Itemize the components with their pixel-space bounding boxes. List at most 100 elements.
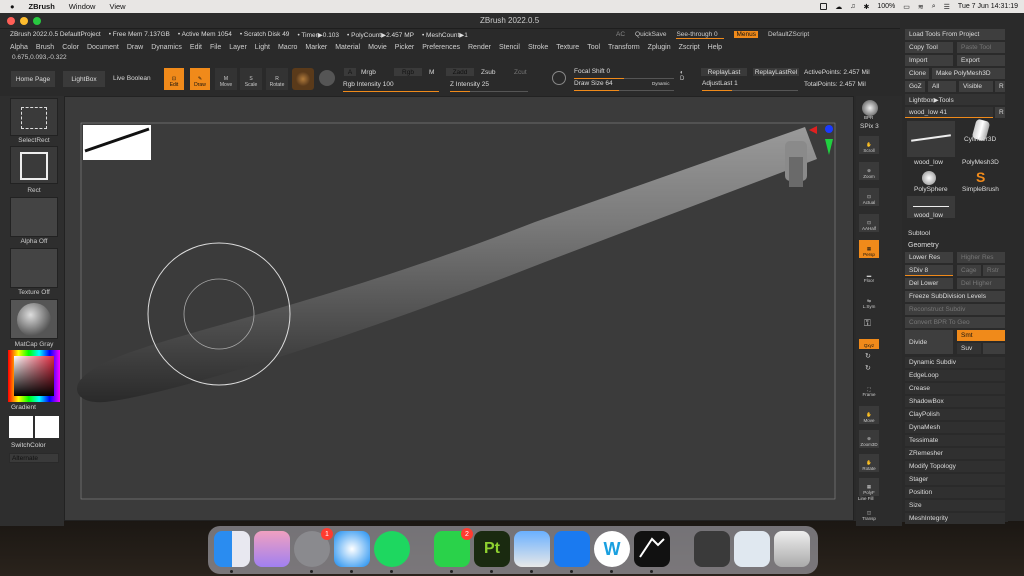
section-shadowbox[interactable]: ShadowBox	[905, 396, 1005, 407]
transp-button[interactable]: ◫ Transp	[859, 504, 879, 522]
rotate-view-button[interactable]: ✋ Rotate	[859, 454, 879, 472]
bluetooth-icon[interactable]: ✱	[863, 3, 869, 11]
brush-icon[interactable]	[319, 70, 335, 86]
load-tools-button[interactable]: Load Tools From Project	[905, 29, 1005, 40]
live-boolean-button[interactable]: Live Boolean	[113, 75, 151, 82]
menu-draw[interactable]: Draw	[127, 44, 143, 51]
matcap-slot[interactable]	[10, 299, 58, 339]
move-view-button[interactable]: ✋ Move	[859, 406, 879, 424]
recent-window-2-icon[interactable]	[734, 531, 770, 567]
menu-texture[interactable]: Texture	[556, 44, 579, 51]
menu-render[interactable]: Render	[468, 44, 491, 51]
section-tessimate[interactable]: Tessimate	[905, 435, 1005, 446]
spotify-icon[interactable]	[374, 531, 410, 567]
color-picker[interactable]	[8, 350, 60, 402]
floor-button[interactable]: ▬ Floor	[859, 266, 879, 284]
selectrect-brush[interactable]	[10, 98, 58, 136]
menu-document[interactable]: Document	[87, 44, 119, 51]
aahalf-button[interactable]: ⊡ AAHalf	[859, 214, 879, 232]
adjustlast-slider[interactable]: AdjustLast 1	[702, 80, 798, 91]
datetime[interactable]: Tue 7 Jun 14:31:19	[958, 3, 1018, 10]
menus-toggle[interactable]: Menus	[734, 31, 758, 38]
goz-button[interactable]: GoZ	[905, 81, 925, 92]
reuv-button[interactable]	[983, 343, 1005, 354]
quicksave-button[interactable]: QuickSave	[635, 31, 666, 38]
r-button[interactable]: R	[995, 81, 1005, 92]
export-button[interactable]: Export	[957, 55, 1005, 66]
keynote-icon[interactable]	[554, 531, 590, 567]
home-page-button[interactable]: Home Page	[10, 70, 56, 88]
section-claypolish[interactable]: ClayPolish	[905, 409, 1005, 420]
focal-shift-slider[interactable]: Focal Shift 0	[574, 68, 674, 79]
dynamic-label[interactable]: Dynamic	[652, 81, 670, 86]
visible-button[interactable]: Visible	[959, 81, 993, 92]
search-icon[interactable]: ⌕	[932, 3, 936, 11]
z-intensity-slider[interactable]: Z Intensity 25	[450, 81, 528, 92]
zcut-button[interactable]: Zcut	[514, 69, 527, 76]
lock-icon[interactable]: ⚿	[864, 318, 871, 329]
zoom-button[interactable]: ⊕ Zoom	[859, 162, 879, 180]
menu-help[interactable]: Help	[708, 44, 722, 51]
main-color-swatch[interactable]	[9, 416, 33, 438]
secondary-color-swatch[interactable]	[35, 416, 59, 438]
paste-tool-button[interactable]: Paste Tool	[957, 42, 1005, 53]
menu-brush[interactable]: Brush	[36, 44, 54, 51]
wood-cylinder-mesh[interactable]	[76, 127, 817, 403]
default-script[interactable]: DefaultZScript	[768, 31, 809, 38]
menu-preferences[interactable]: Preferences	[422, 44, 460, 51]
cloud-icon[interactable]: ☁	[835, 3, 842, 11]
d-button[interactable]: ◐ D	[680, 70, 694, 88]
qxyz-button[interactable]: Qxyz	[859, 339, 879, 349]
zoom3d-button[interactable]: ⊕ Zoom3D	[859, 430, 879, 448]
material-swatch[interactable]	[292, 68, 314, 90]
messages-icon[interactable]: 2	[434, 528, 473, 567]
polysphere-icon[interactable]	[922, 171, 936, 185]
subtool-section[interactable]: Subtool	[908, 230, 930, 237]
replaylastrel-button[interactable]: ReplayLastRel	[752, 67, 800, 77]
frame-button[interactable]: ⛶ Frame	[859, 380, 879, 398]
section-zremesher[interactable]: ZRemesher	[905, 448, 1005, 459]
linefill-label[interactable]: Line Fill	[858, 496, 874, 501]
section-crease[interactable]: Crease	[905, 383, 1005, 394]
geometry-section[interactable]: Geometry	[908, 242, 939, 249]
persp-button[interactable]: ▦ Persp	[859, 240, 879, 258]
polyf-button[interactable]: ▦ PolyF	[859, 478, 879, 496]
r-button-2[interactable]: R	[995, 107, 1005, 118]
document-canvas[interactable]	[64, 96, 854, 521]
menu-color[interactable]: Color	[62, 44, 79, 51]
make-polymesh-button[interactable]: Make PolyMesh3D	[932, 68, 1005, 79]
ac-label[interactable]: AC	[616, 31, 625, 38]
reconstruct-subdiv-button[interactable]: Reconstruct Subdiv	[905, 304, 1005, 315]
mrgb-button[interactable]: Mrgb	[361, 69, 376, 76]
preview-icon[interactable]	[514, 531, 550, 567]
section-size[interactable]: Size	[905, 500, 1005, 511]
control-center-icon[interactable]: ☰	[944, 3, 950, 11]
import-button[interactable]: Import	[905, 55, 953, 66]
rotate-button[interactable]: R Rotate	[266, 68, 288, 90]
spix-slider[interactable]: SPix 3	[860, 123, 879, 130]
trash-icon[interactable]	[774, 531, 810, 567]
seethrough-slider[interactable]: See-through 0	[676, 31, 725, 39]
move-button[interactable]: M Move	[215, 68, 237, 90]
zadd-button[interactable]: Zadd	[445, 67, 475, 77]
menu-material[interactable]: Material	[335, 44, 360, 51]
section-dynamic-subdiv[interactable]: Dynamic Subdiv	[905, 357, 1005, 368]
rstr-button[interactable]: Rstr	[983, 265, 1005, 276]
close-icon[interactable]	[7, 17, 15, 25]
clone-button[interactable]: Clone	[905, 68, 929, 79]
all-button[interactable]: All	[928, 81, 956, 92]
menu-transform[interactable]: Transform	[608, 44, 640, 51]
section-meshintegrity[interactable]: MeshIntegrity	[905, 513, 1005, 524]
draw-button[interactable]: ✎ Draw	[190, 68, 210, 90]
bpr-icon[interactable]	[862, 100, 878, 116]
w-app-icon[interactable]: W	[594, 531, 630, 567]
recent-window-1-icon[interactable]	[694, 531, 730, 567]
menu-layer[interactable]: Layer	[229, 44, 247, 51]
menu-tool[interactable]: Tool	[587, 44, 600, 51]
focal-icon[interactable]	[552, 71, 566, 85]
rect-stroke[interactable]	[10, 146, 58, 184]
actual-button[interactable]: ⊡ Actual	[859, 188, 879, 206]
draw-size-slider[interactable]: Draw Size 64 Dynamic	[574, 80, 674, 91]
zsub-button[interactable]: Zsub	[481, 69, 495, 76]
gradient-label[interactable]: Gradient	[11, 404, 36, 411]
